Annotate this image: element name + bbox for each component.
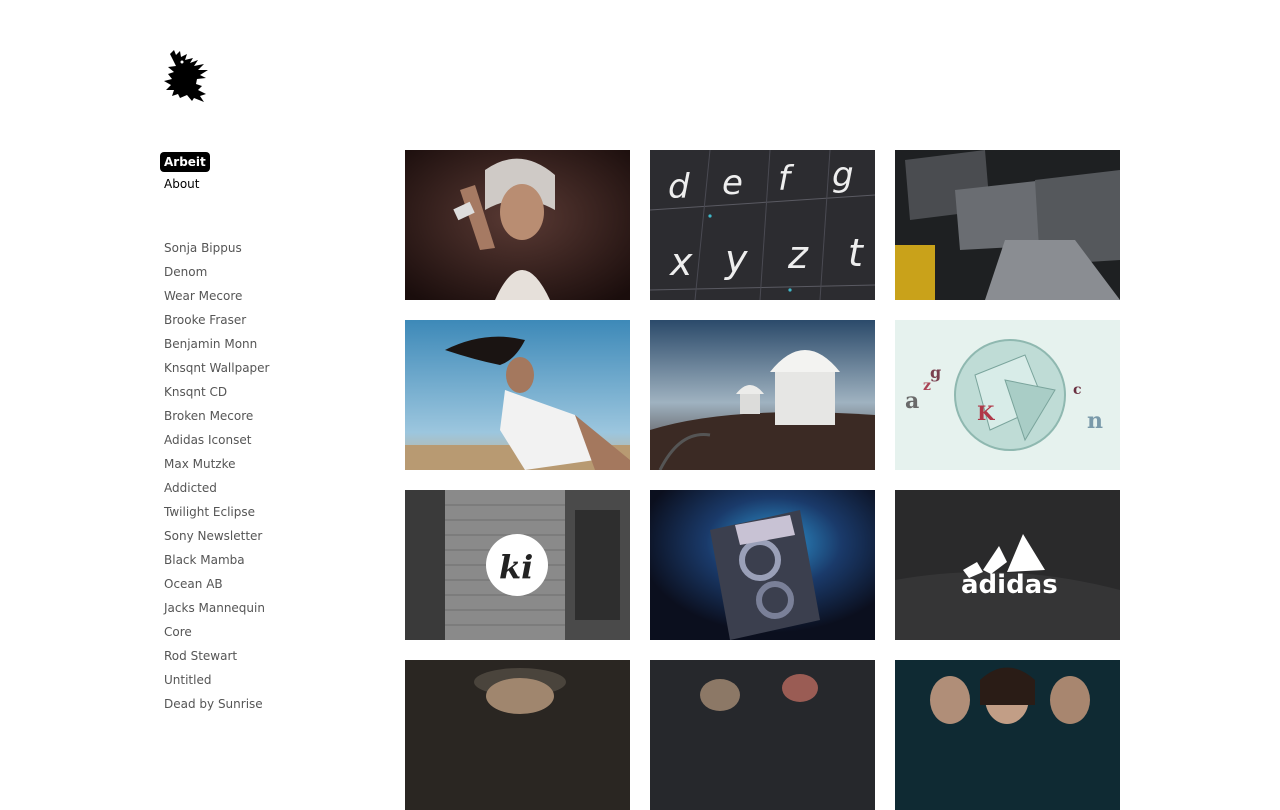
svg-text:c: c (1073, 382, 1082, 398)
svg-text:K: K (977, 401, 995, 425)
svg-text:z: z (923, 378, 931, 394)
project-grid: d e f g x y z t g a z K c n ki adidas (405, 150, 1120, 810)
project-link-addicted[interactable]: Addicted (164, 476, 270, 500)
project-thumbnail[interactable] (405, 660, 630, 810)
project-thumbnail[interactable]: d e f g x y z t (650, 150, 875, 300)
project-thumbnail[interactable] (405, 320, 630, 470)
woman-desert-image (405, 320, 630, 470)
svg-text:g: g (930, 363, 941, 382)
project-link-black-mamba[interactable]: Black Mamba (164, 548, 270, 572)
project-link-sony-newsletter[interactable]: Sony Newsletter (164, 524, 270, 548)
svg-text:adidas: adidas (961, 570, 1058, 600)
project-link-max-mutzke[interactable]: Max Mutzke (164, 452, 270, 476)
svg-text:y: y (724, 237, 748, 281)
project-link-benjamin-monn[interactable]: Benjamin Monn (164, 332, 270, 356)
main-nav: Arbeit About (160, 151, 210, 194)
nav-about[interactable]: About (160, 174, 203, 194)
band-image (650, 660, 875, 810)
project-thumbnail[interactable]: adidas (895, 490, 1120, 640)
svg-text:g: g (832, 155, 854, 195)
svg-text:x: x (669, 240, 693, 284)
project-link-adidas-iconset[interactable]: Adidas Iconset (164, 428, 270, 452)
project-thumbnail[interactable] (895, 150, 1120, 300)
heraldic-lion-icon (164, 50, 208, 102)
typeface-letters-image: d e f g x y z t (650, 150, 875, 300)
svg-text:d: d (668, 167, 690, 207)
project-link-denom[interactable]: Denom (164, 260, 270, 284)
project-thumbnail[interactable] (405, 150, 630, 300)
project-link-sonja-bippus[interactable]: Sonja Bippus (164, 236, 270, 260)
project-link-broken-mecore[interactable]: Broken Mecore (164, 404, 270, 428)
svg-text:n: n (1087, 408, 1103, 434)
project-thumbnail[interactable] (650, 660, 875, 810)
logo[interactable] (160, 48, 212, 102)
svg-text:t: t (848, 231, 865, 275)
project-thumbnail[interactable]: ki (405, 490, 630, 640)
project-link-jacks-mannequin[interactable]: Jacks Mannequin (164, 596, 270, 620)
blue-3d-typography-image (650, 490, 875, 640)
project-link-rod-stewart[interactable]: Rod Stewart (164, 644, 270, 668)
project-link-knsqnt-wallpaper[interactable]: Knsqnt Wallpaper (164, 356, 270, 380)
portrait-woman-image (405, 150, 630, 300)
svg-text:a: a (905, 388, 919, 414)
project-link-dead-by-sunrise[interactable]: Dead by Sunrise (164, 692, 270, 716)
shattered-disc-image: g a z K c n (895, 320, 1120, 470)
project-thumbnail[interactable] (650, 320, 875, 470)
movie-poster-image (895, 660, 1120, 810)
project-link-brooke-fraser[interactable]: Brooke Fraser (164, 308, 270, 332)
ki-logo-image: ki (405, 490, 630, 640)
nav-arbeit[interactable]: Arbeit (160, 152, 210, 172)
portrait-man-image (405, 660, 630, 810)
project-thumbnail[interactable]: g a z K c n (895, 320, 1120, 470)
project-link-twilight-eclipse[interactable]: Twilight Eclipse (164, 500, 270, 524)
project-thumbnail[interactable] (895, 660, 1120, 810)
adidas-logo-image: adidas (895, 490, 1120, 640)
svg-text:z: z (787, 233, 809, 277)
svg-text:e: e (722, 163, 743, 203)
project-link-knsqnt-cd[interactable]: Knsqnt CD (164, 380, 270, 404)
project-thumbnail[interactable] (650, 490, 875, 640)
project-link-wear-mecore[interactable]: Wear Mecore (164, 284, 270, 308)
observatory-image (650, 320, 875, 470)
project-link-core[interactable]: Core (164, 620, 270, 644)
svg-text:ki: ki (499, 548, 533, 586)
3d-type-image (895, 150, 1120, 300)
project-link-ocean-ab[interactable]: Ocean AB (164, 572, 270, 596)
project-link-untitled[interactable]: Untitled (164, 668, 270, 692)
project-list: Sonja Bippus Denom Wear Mecore Brooke Fr… (164, 236, 270, 716)
